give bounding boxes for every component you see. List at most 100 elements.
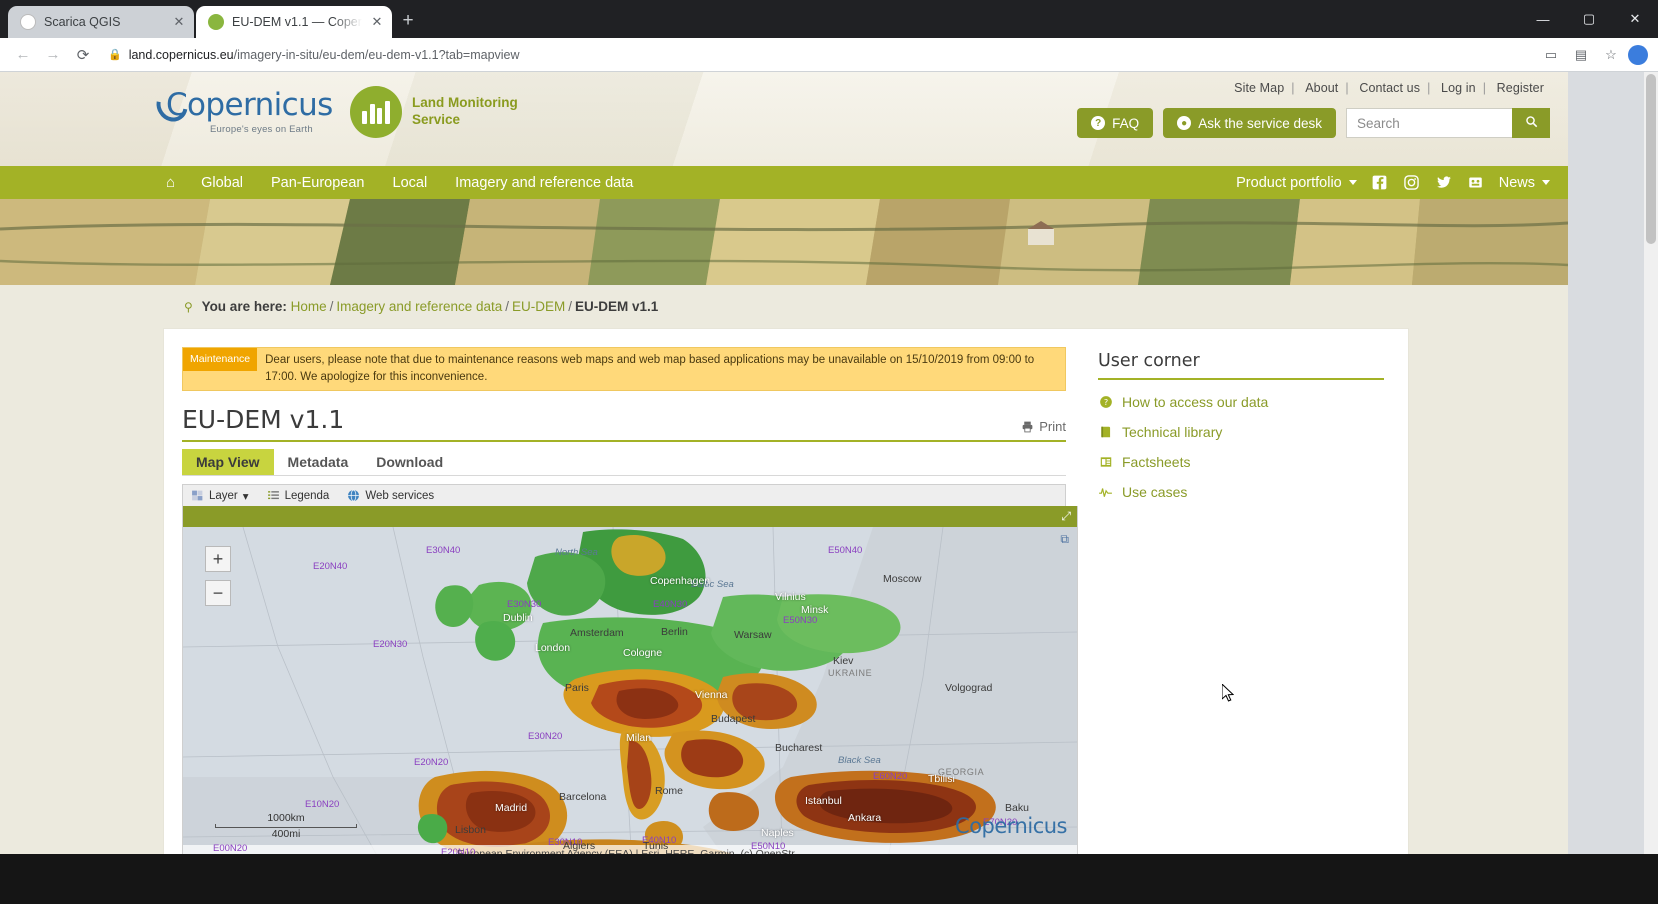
nav-item-pan-european[interactable]: Pan-European <box>271 175 365 191</box>
nav-item-global[interactable]: Global <box>201 175 243 191</box>
expand-icon[interactable]: ⤢ <box>1061 509 1071 524</box>
sidebar-item-use-cases[interactable]: Use cases <box>1098 484 1384 500</box>
cast-icon[interactable]: ▭ <box>1538 42 1564 68</box>
sidebar-item-factsheets[interactable]: Factsheets <box>1098 454 1384 470</box>
facebook-icon[interactable] <box>1371 174 1389 192</box>
search-icon <box>1525 116 1537 128</box>
utility-link-contact[interactable]: Contact us <box>1353 81 1426 95</box>
tab-metadata[interactable]: Metadata <box>274 449 363 475</box>
search-input[interactable] <box>1346 108 1512 138</box>
map-grid-label: E40N30 <box>653 599 688 611</box>
breadcrumb-item-home[interactable]: Home <box>291 299 327 314</box>
close-tab-icon[interactable]: ✕ <box>370 14 384 30</box>
copernicus-logo[interactable]: Copernicus Europe's eyes on Earth <box>150 82 333 135</box>
land-monitoring-label: Land Monitoring Service <box>412 95 518 127</box>
address-bar[interactable]: 🔒 land.copernicus.eu/imagery-in-situ/eu-… <box>100 43 1534 67</box>
nav-item-imagery-reference-data[interactable]: Imagery and reference data <box>455 175 633 191</box>
sidebar-item-technical-library[interactable]: Technical library <box>1098 424 1384 440</box>
print-button[interactable]: Print <box>1021 419 1066 434</box>
nav-item-local[interactable]: Local <box>393 175 428 191</box>
map-city-label: Dublin <box>503 612 533 625</box>
instagram-icon[interactable] <box>1403 174 1421 192</box>
bars-glyph <box>362 100 390 124</box>
close-window-button[interactable]: ✕ <box>1612 0 1658 38</box>
map-grid-label: E20N10 <box>441 847 476 854</box>
url-path: /imagery-in-situ/eu-dem/eu-dem-v1.1?tab=… <box>233 47 520 62</box>
map-country-label: UKRAINE <box>828 668 873 679</box>
web-services-button[interactable]: Web services <box>347 489 434 502</box>
maximize-button[interactable]: ▢ <box>1566 0 1612 38</box>
popout-icon[interactable]: ⧉ <box>1060 532 1069 547</box>
land-monitoring-icon <box>350 86 402 138</box>
close-tab-icon[interactable]: ✕ <box>172 14 186 30</box>
nav-item-product-portfolio[interactable]: Product portfolio <box>1236 175 1357 191</box>
user-corner-title: User corner <box>1098 351 1384 380</box>
page-scrollbar[interactable] <box>1644 72 1658 854</box>
back-icon[interactable]: ← <box>10 42 36 68</box>
question-circle-icon: ? <box>1098 395 1113 410</box>
sidebar-item-how-to-access[interactable]: ? How to access our data <box>1098 394 1384 410</box>
browser-tab-1[interactable]: EU-DEM v1.1 — Copernicus Land ✕ <box>196 6 392 38</box>
utility-link-about[interactable]: About <box>1299 81 1344 95</box>
news-icon[interactable] <box>1467 174 1485 192</box>
map-sea-label: Black Sea <box>838 755 881 767</box>
nav-separator: | <box>1291 81 1295 95</box>
globe-icon <box>348 490 360 502</box>
map-city-label: Lisbon <box>455 824 486 837</box>
new-tab-button[interactable]: + <box>394 7 422 35</box>
main-navigation-right: Product portfolio News <box>1236 174 1550 192</box>
layers-icon <box>192 490 203 501</box>
zoom-out-button[interactable]: − <box>205 580 231 607</box>
browser-tab-0[interactable]: Q Scarica QGIS ✕ <box>8 6 194 38</box>
utility-link-sitemap[interactable]: Site Map <box>1228 81 1290 95</box>
map-grid-label: E60N20 <box>873 771 908 783</box>
sidebar-item-label: Technical library <box>1122 424 1223 440</box>
twitter-icon[interactable] <box>1435 174 1453 192</box>
land-monitoring-logo[interactable]: Land Monitoring Service <box>350 86 518 138</box>
question-icon: ? <box>1091 116 1106 130</box>
main-navigation: ⌂ Global Pan-European Local Imagery and … <box>0 166 1568 199</box>
mouse-cursor <box>1222 684 1234 702</box>
profile-avatar[interactable] <box>1628 44 1648 65</box>
breadcrumb-prefix: You are here: <box>201 299 287 314</box>
breadcrumb-item-imagery[interactable]: Imagery and reference data <box>336 299 502 314</box>
breadcrumb-separator: / <box>329 299 334 314</box>
reload-icon[interactable]: ⟳ <box>70 42 96 68</box>
tab-map-view[interactable]: Map View <box>182 449 274 476</box>
chevron-down-icon: ▾ <box>242 490 249 503</box>
map-zoom-control: + − <box>205 546 231 607</box>
layer-menu[interactable]: Layer ▾ <box>191 489 249 503</box>
tab-download[interactable]: Download <box>362 449 457 475</box>
faq-label: FAQ <box>1112 115 1140 131</box>
location-pin-icon: ⚲ <box>184 300 193 314</box>
map-city-label: Paris <box>565 682 589 695</box>
minimize-button[interactable]: — <box>1520 0 1566 38</box>
home-icon[interactable]: ⌂ <box>166 174 175 191</box>
map-grid-label: E00N20 <box>213 843 248 854</box>
lock-icon: 🔒 <box>108 49 122 61</box>
bookmark-star-icon[interactable]: ☆ <box>1598 42 1624 68</box>
chart-icon <box>1098 485 1113 500</box>
desktop-taskbar <box>0 854 1658 904</box>
zoom-in-button[interactable]: + <box>205 546 231 573</box>
map-city-label: Algiers <box>563 840 596 853</box>
copernicus-wordmark: Copernicus <box>166 86 333 123</box>
map-grid-label: E20N40 <box>313 561 348 573</box>
legend-button[interactable]: Legenda <box>267 489 329 502</box>
header-actions: ? FAQ ● Ask the service desk <box>1077 108 1550 138</box>
breadcrumb-item-eu-dem[interactable]: EU-DEM <box>512 299 565 314</box>
utility-link-login[interactable]: Log in <box>1435 81 1482 95</box>
forward-icon[interactable]: → <box>40 42 66 68</box>
map-city-label: Copenhagen <box>650 575 711 588</box>
site-search <box>1346 108 1550 138</box>
service-desk-button[interactable]: ● Ask the service desk <box>1163 108 1336 138</box>
nav-item-news[interactable]: News <box>1499 175 1550 191</box>
web-services-label: Web services <box>365 489 435 502</box>
maintenance-tag: Maintenance <box>183 348 258 372</box>
extensions-icon[interactable]: ▤ <box>1568 42 1594 68</box>
utility-link-register[interactable]: Register <box>1491 81 1550 95</box>
map-canvas[interactable]: ⤢ + − ⧉ E30N40 E50N40 E20N40 E30N30 E40N… <box>182 506 1078 854</box>
search-button[interactable] <box>1512 108 1550 138</box>
breadcrumb-separator: / <box>568 299 573 314</box>
faq-button[interactable]: ? FAQ <box>1077 108 1154 138</box>
